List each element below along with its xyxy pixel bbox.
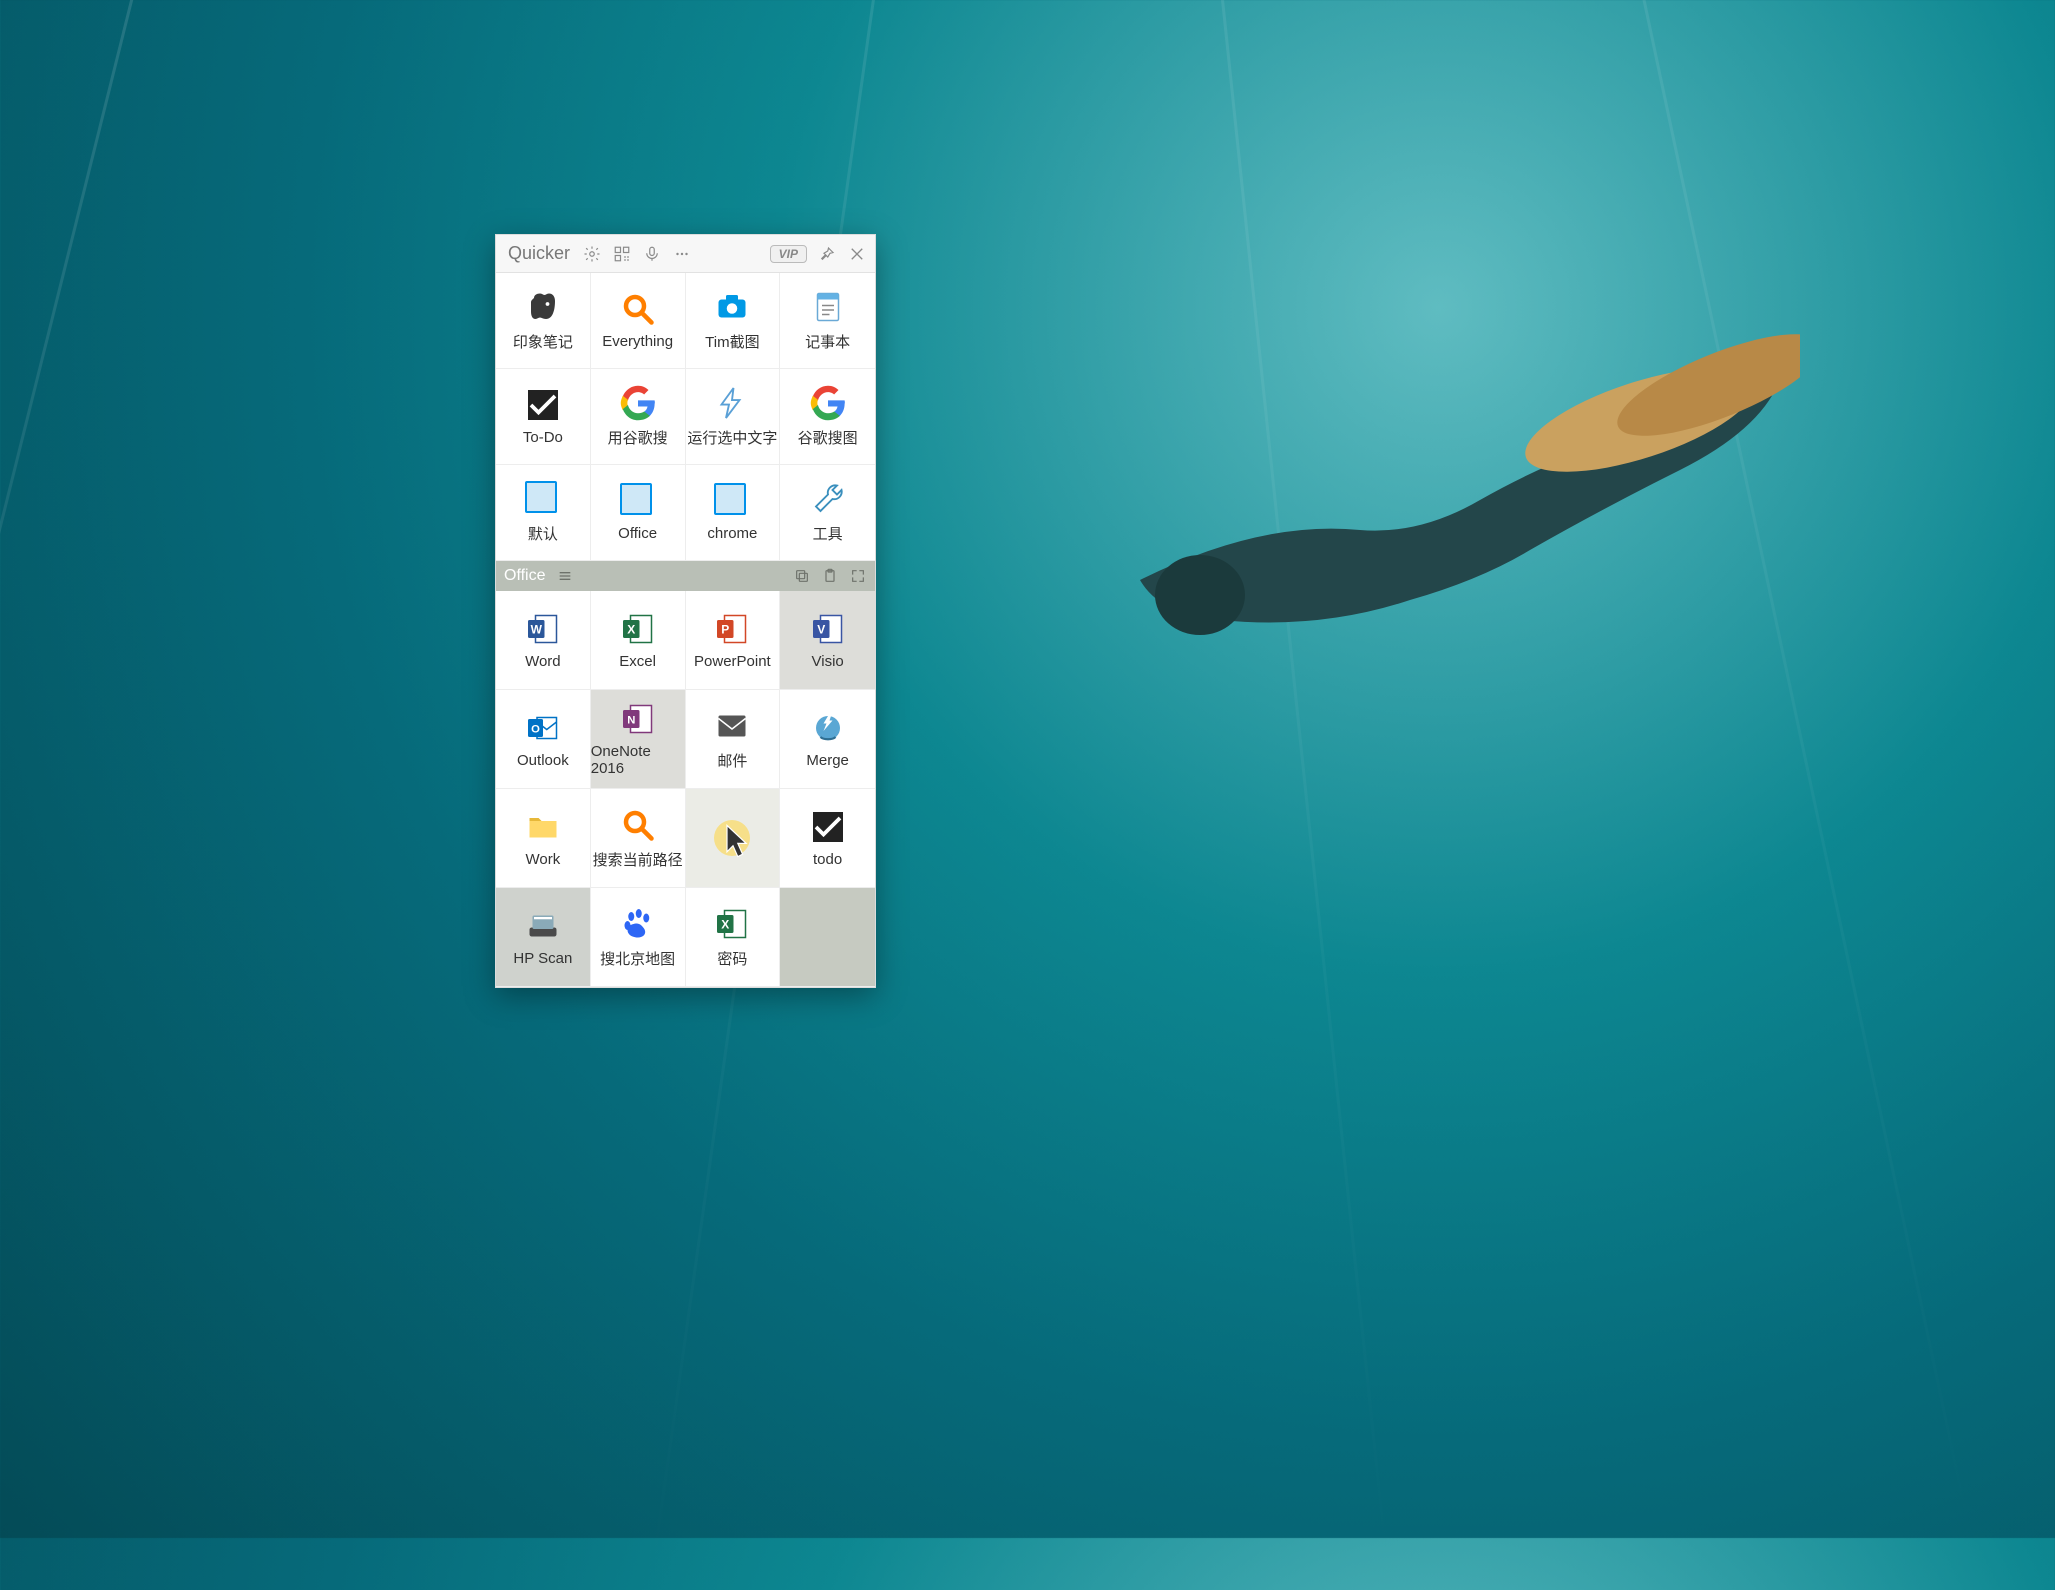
tile-work-folder[interactable]: Work	[496, 789, 591, 888]
tile-todo[interactable]: To-Do	[496, 369, 591, 465]
cursor-icon	[724, 823, 754, 859]
tile-excel[interactable]: X Excel	[591, 591, 686, 690]
notepad-icon	[810, 289, 846, 325]
tile-powerpoint[interactable]: P PowerPoint	[686, 591, 781, 690]
qr-icon[interactable]	[612, 244, 632, 264]
gear-icon[interactable]	[582, 244, 602, 264]
tile-everything[interactable]: Everything	[591, 273, 686, 369]
elephant-icon	[525, 289, 561, 325]
tile-outlook[interactable]: O Outlook	[496, 690, 591, 789]
folder-icon	[525, 809, 561, 845]
tile-tools[interactable]: 工具	[780, 465, 875, 561]
menu-icon[interactable]	[556, 567, 574, 585]
app-title: Quicker	[508, 243, 570, 264]
svg-text:V: V	[817, 622, 825, 636]
todo-icon	[525, 387, 561, 423]
tile-onenote[interactable]: N OneNote 2016	[591, 690, 686, 789]
microphone-icon[interactable]	[642, 244, 662, 264]
pin-icon[interactable]	[817, 244, 837, 264]
stack-icon	[714, 483, 750, 519]
tile-merge[interactable]: Merge	[780, 690, 875, 789]
google-icon	[620, 385, 656, 421]
search-icon	[620, 291, 656, 327]
excel-icon: X	[620, 611, 656, 647]
tile-hover-target[interactable]	[686, 789, 781, 888]
clipboard-icon[interactable]	[821, 567, 839, 585]
bolt-icon	[714, 385, 750, 421]
tile-search-current-path[interactable]: 搜索当前路径	[591, 789, 686, 888]
light-ray	[1200, 0, 1391, 1590]
copy-icon[interactable]	[793, 567, 811, 585]
svg-text:O: O	[531, 723, 540, 735]
svg-text:P: P	[722, 622, 730, 636]
quicker-panel: Quicker VIP 印象笔记	[495, 234, 876, 988]
svg-text:W: W	[530, 622, 542, 636]
tile-default[interactable]: 默认	[496, 465, 591, 561]
svg-text:X: X	[722, 917, 730, 931]
actions-grid: 印象笔记 Everything Tim截图 记事本 To-Do	[496, 273, 875, 561]
powerpoint-icon: P	[714, 611, 750, 647]
tile-word[interactable]: W Word	[496, 591, 591, 690]
outlook-icon: O	[525, 710, 561, 746]
camera-icon	[714, 289, 750, 325]
tile-baidu-map[interactable]: 搜北京地图	[591, 888, 686, 987]
section-bar: Office	[496, 561, 875, 591]
tile-chrome-group[interactable]: chrome	[686, 465, 781, 561]
tile-mail[interactable]: 邮件	[686, 690, 781, 789]
tile-empty[interactable]	[780, 888, 875, 987]
close-icon[interactable]	[847, 244, 867, 264]
titlebar[interactable]: Quicker VIP	[496, 235, 875, 273]
more-icon[interactable]	[672, 244, 692, 264]
office-grid: W Word X Excel P PowerPoint V Visio O	[496, 591, 875, 987]
visio-icon: V	[810, 611, 846, 647]
merge-icon	[810, 710, 846, 746]
vip-badge[interactable]: VIP	[770, 245, 807, 263]
tile-evernote[interactable]: 印象笔记	[496, 273, 591, 369]
tile-run-selected-text[interactable]: 运行选中文字	[686, 369, 781, 465]
expand-icon[interactable]	[849, 567, 867, 585]
scanner-icon	[525, 908, 561, 944]
section-title: Office	[504, 567, 546, 585]
search-icon	[620, 807, 656, 843]
excel-icon: X	[714, 906, 750, 942]
light-ray	[1600, 0, 1977, 1561]
light-ray	[0, 0, 183, 1547]
tile-todo-lower[interactable]: todo	[780, 789, 875, 888]
baidu-icon	[620, 906, 656, 942]
tile-notepad[interactable]: 记事本	[780, 273, 875, 369]
word-icon: W	[525, 611, 561, 647]
tile-google-image-search[interactable]: 谷歌搜图	[780, 369, 875, 465]
tile-office-group[interactable]: Office	[591, 465, 686, 561]
tile-hp-scan[interactable]: HP Scan	[496, 888, 591, 987]
tile-password[interactable]: X 密码	[686, 888, 781, 987]
mail-icon	[714, 708, 750, 744]
stack-icon	[525, 481, 561, 517]
tile-tim-screenshot[interactable]: Tim截图	[686, 273, 781, 369]
tile-google-search[interactable]: 用谷歌搜	[591, 369, 686, 465]
todo-icon	[810, 809, 846, 845]
svg-text:N: N	[627, 715, 635, 727]
cursor-highlight	[714, 820, 750, 856]
swimmer-background	[1080, 320, 1800, 680]
tile-visio[interactable]: V Visio	[780, 591, 875, 690]
google-icon	[810, 385, 846, 421]
svg-text:X: X	[627, 622, 635, 636]
onenote-icon: N	[620, 701, 656, 737]
wrench-icon	[810, 481, 846, 517]
stack-icon	[620, 483, 656, 519]
